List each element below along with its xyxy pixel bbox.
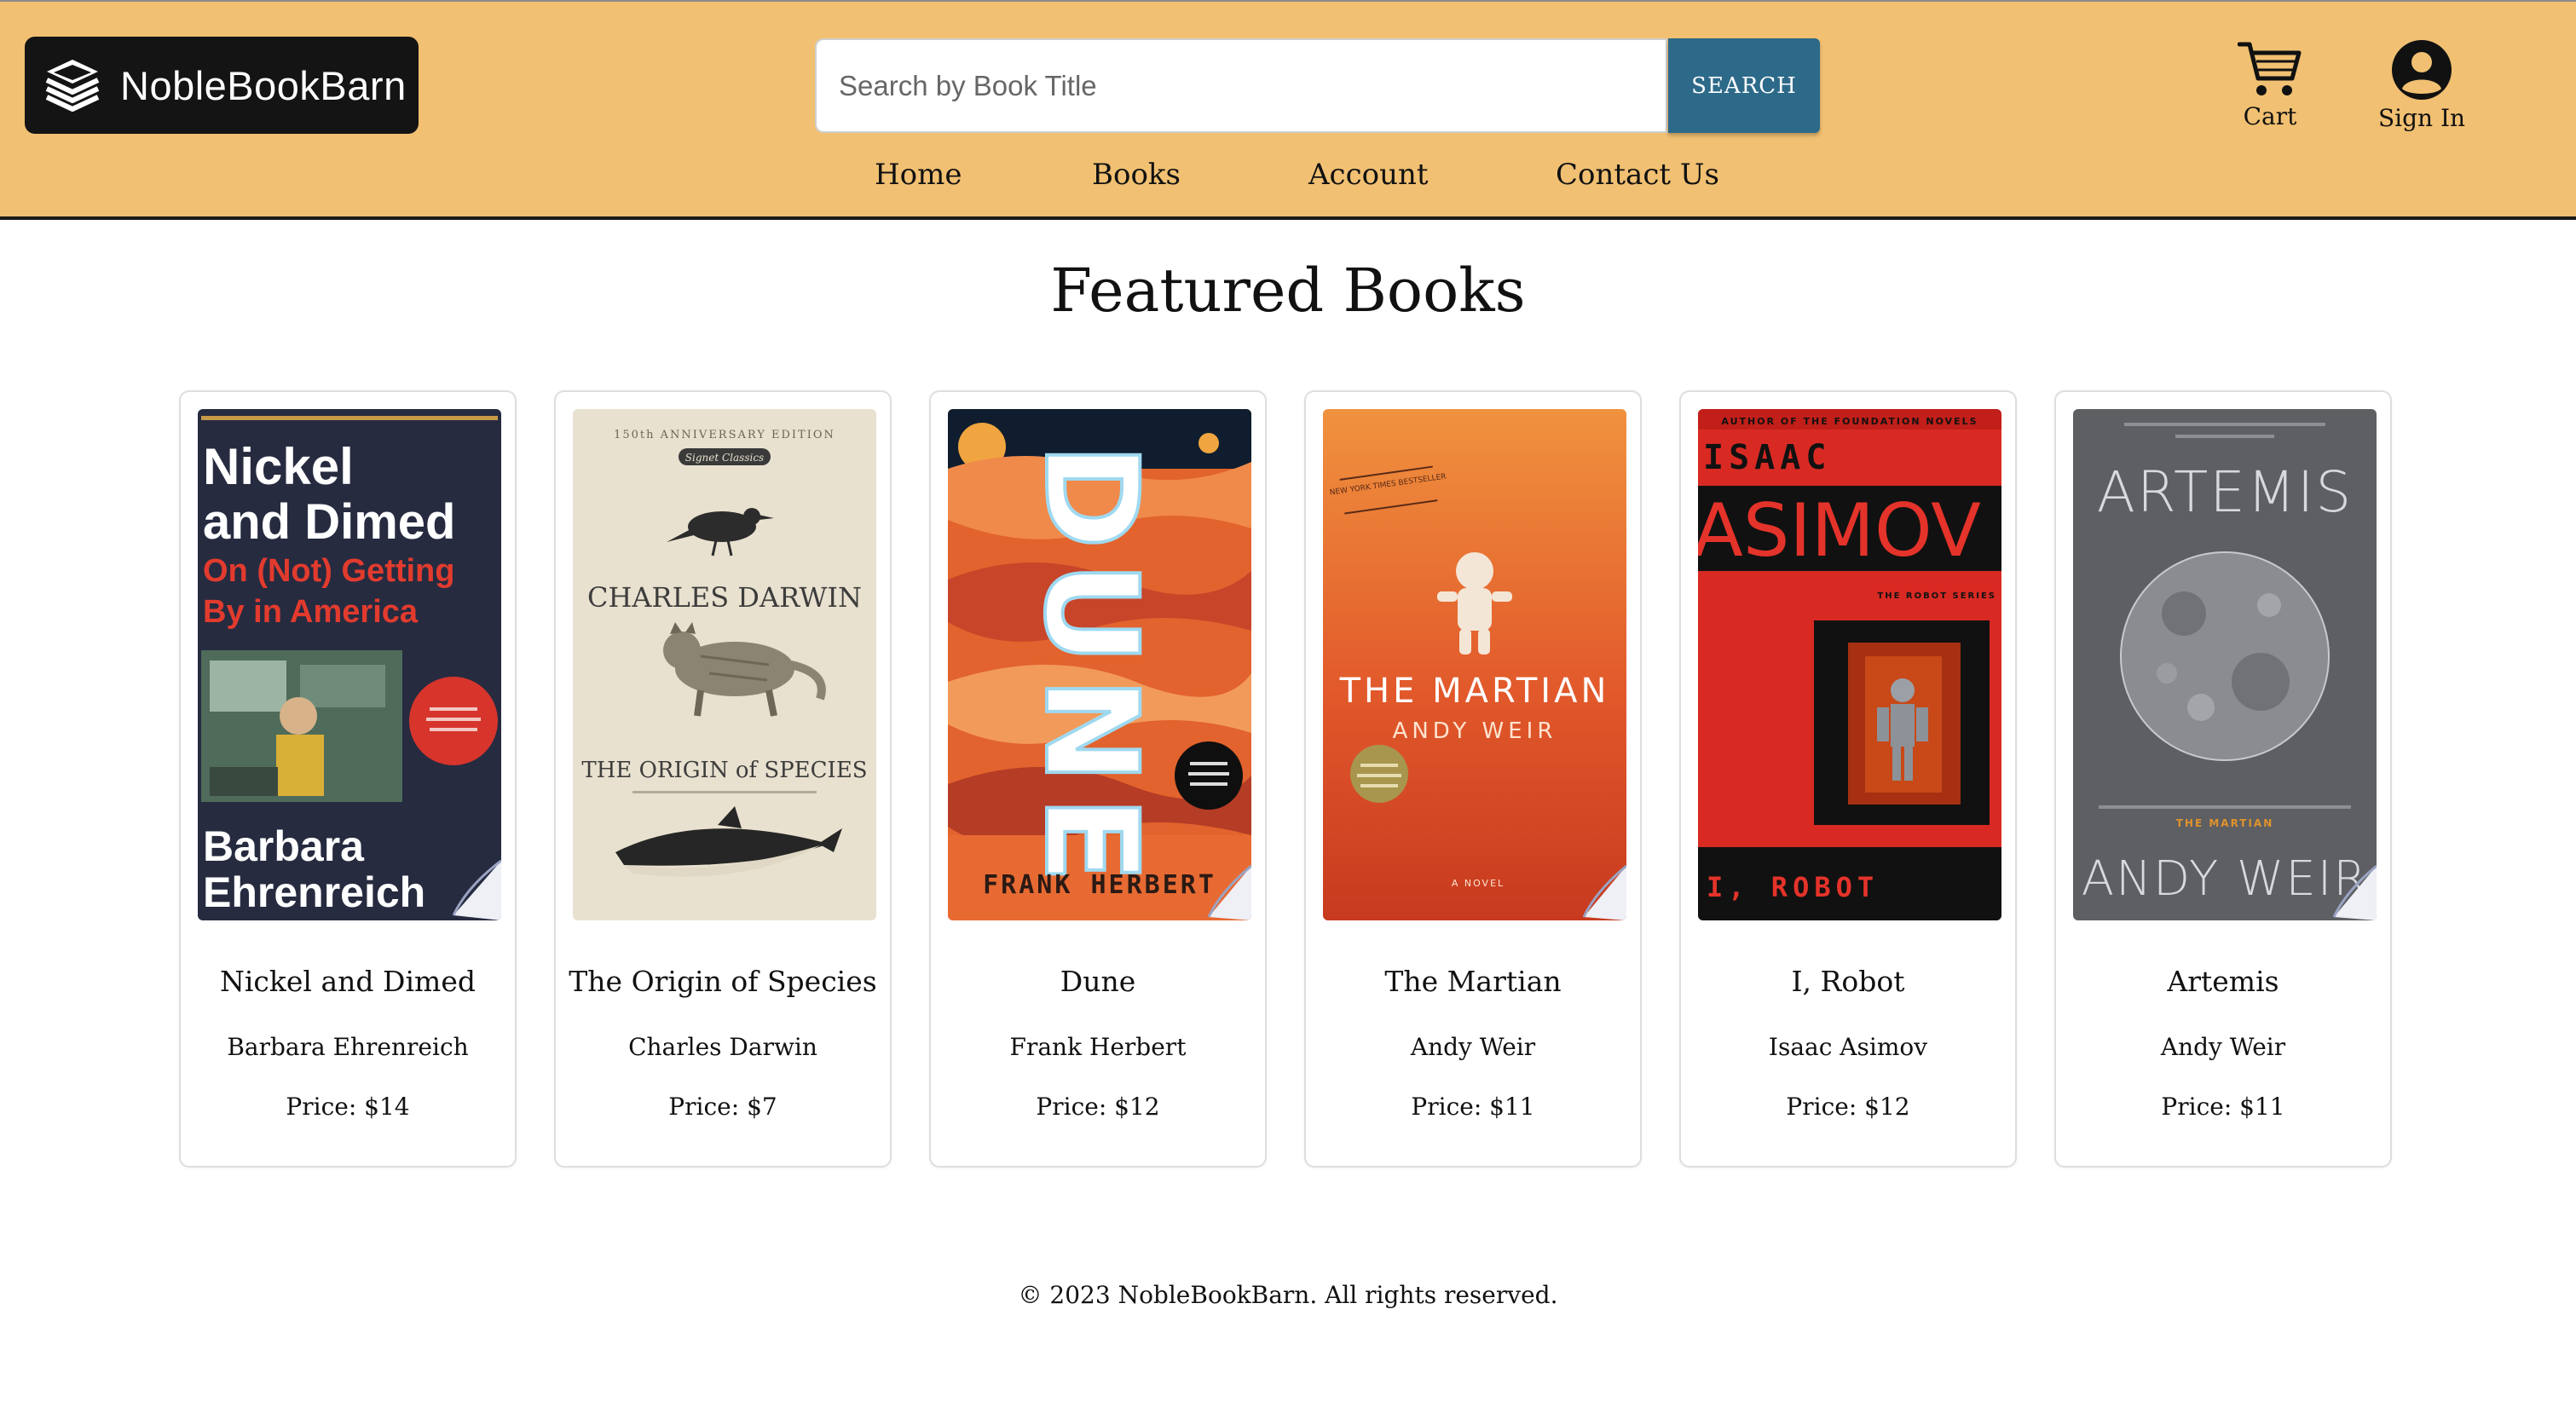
nav-contact-us[interactable]: Contact Us	[1556, 158, 1719, 192]
book-price: Price: $11	[2161, 1093, 2285, 1121]
featured-books-list: Nickel and Dimed On (Not) Getting By in …	[179, 390, 2395, 1169]
brand-name: NobleBookBarn	[120, 62, 407, 108]
cart-label: Cart	[2243, 102, 2297, 130]
book-author: Isaac Asimov	[1768, 1033, 1928, 1061]
book-cover-art: 150th ANNIVERSARY EDITION Signet Classic…	[573, 409, 876, 920]
cart-button[interactable]: Cart	[2238, 39, 2302, 130]
book-cover-art: AUTHOR OF THE FOUNDATION NOVELS ISAAC AS…	[1698, 409, 2001, 920]
cover-text: ASIMOV	[1698, 488, 1981, 574]
sign-in-button[interactable]: Sign In	[2378, 39, 2465, 132]
book-card[interactable]: ARTEMIS THE MARTIAN ANDY WEIR Artemis An…	[2054, 390, 2392, 1168]
user-circle-icon	[2392, 40, 2452, 100]
nav-books[interactable]: Books	[1092, 158, 1181, 192]
cover-text: On (Not) Getting	[203, 553, 454, 589]
page-title: Featured Books	[1050, 256, 1526, 326]
cover-text: I, ROBOT	[1707, 871, 1879, 903]
book-card[interactable]: DUNE FRANK HERBERT Dune Frank Herbert Pr…	[929, 390, 1267, 1168]
cover-text: 150th ANNIVERSARY EDITION	[614, 429, 835, 441]
book-price: Price: $11	[1411, 1093, 1535, 1121]
cover-text: FRANK HERBERT	[983, 870, 1216, 900]
book-cover[interactable]: NEW YORK TIMES BESTSELLER THE MARTIAN AN…	[1323, 409, 1626, 920]
book-author: Andy Weir	[2160, 1033, 2286, 1061]
book-title[interactable]: The Martian	[1306, 965, 1640, 998]
book-price: Price: $7	[668, 1093, 777, 1121]
cover-text: ISAAC	[1703, 438, 1831, 477]
book-title[interactable]: Dune	[931, 965, 1265, 998]
book-cover-art: DUNE FRANK HERBERT	[948, 409, 1251, 920]
footer-copyright: © 2023 NobleBookBarn. All rights reserve…	[1018, 1281, 1558, 1309]
book-card[interactable]: AUTHOR OF THE FOUNDATION NOVELS ISAAC AS…	[1679, 390, 2017, 1168]
main-nav: Home Books Account Contact Us	[0, 158, 2576, 200]
cover-text: A NOVEL	[1452, 878, 1505, 889]
site-logo[interactable]: NobleBookBarn	[25, 37, 419, 134]
cover-text: and Dimed	[203, 494, 456, 550]
search-input[interactable]	[815, 38, 1667, 133]
cover-text: THE MARTIAN	[1339, 672, 1610, 711]
book-cover[interactable]: Nickel and Dimed On (Not) Getting By in …	[198, 409, 501, 920]
book-author: Charles Darwin	[628, 1033, 817, 1061]
book-card[interactable]: NEW YORK TIMES BESTSELLER THE MARTIAN AN…	[1304, 390, 1642, 1168]
cover-text: THE ORIGIN of SPECIES	[581, 758, 867, 783]
cover-text: AUTHOR OF THE FOUNDATION NOVELS	[1721, 416, 1978, 427]
cover-text: THE ROBOT SERIES	[1877, 591, 1996, 601]
cover-text: Nickel	[203, 438, 354, 495]
stacked-books-icon	[45, 60, 100, 112]
book-title[interactable]: Nickel and Dimed	[181, 965, 515, 998]
book-author: Andy Weir	[1410, 1033, 1536, 1061]
book-cover[interactable]: DUNE FRANK HERBERT	[948, 409, 1251, 920]
book-author: Barbara Ehrenreich	[227, 1033, 469, 1061]
book-cover-art: NEW YORK TIMES BESTSELLER THE MARTIAN AN…	[1323, 409, 1626, 920]
book-cover-art: Nickel and Dimed On (Not) Getting By in …	[198, 409, 501, 920]
cover-text: ARTEMIS	[2097, 459, 2354, 525]
cover-text: Barbara	[203, 822, 365, 870]
book-price: Price: $12	[1036, 1093, 1160, 1121]
book-cover[interactable]: ARTEMIS THE MARTIAN ANDY WEIR	[2073, 409, 2377, 920]
search-button[interactable]: SEARCH	[1668, 38, 1820, 133]
book-cover[interactable]: AUTHOR OF THE FOUNDATION NOVELS ISAAC AS…	[1698, 409, 2001, 920]
cover-text: THE MARTIAN	[2176, 817, 2274, 829]
book-card[interactable]: Nickel and Dimed On (Not) Getting By in …	[179, 390, 517, 1168]
cover-text: Signet Classics	[685, 452, 764, 464]
book-price: Price: $14	[286, 1093, 410, 1121]
cover-text: ANDY WEIR	[2082, 851, 2368, 907]
nav-home[interactable]: Home	[875, 158, 962, 192]
book-author: Frank Herbert	[1009, 1033, 1187, 1061]
sign-in-label: Sign In	[2378, 104, 2466, 132]
shopping-cart-icon	[2238, 42, 2302, 95]
nav-account[interactable]: Account	[1308, 158, 1429, 192]
book-title[interactable]: I, Robot	[1681, 965, 2015, 998]
book-price: Price: $12	[1786, 1093, 1910, 1121]
cover-text: CHARLES DARWIN	[587, 581, 862, 614]
cover-text: DUNE	[1016, 443, 1164, 895]
site-header: NobleBookBarn SEARCH Cart Sign In Home B…	[0, 0, 2576, 220]
cover-text: Ehrenreich	[203, 868, 425, 916]
cover-text: By in America	[203, 594, 419, 630]
book-cover-art: ARTEMIS THE MARTIAN ANDY WEIR	[2073, 409, 2377, 920]
book-title[interactable]: Artemis	[2056, 965, 2390, 998]
cover-text: ANDY WEIR	[1393, 718, 1557, 744]
book-card[interactable]: 150th ANNIVERSARY EDITION Signet Classic…	[554, 390, 892, 1168]
book-title[interactable]: The Origin of Species	[556, 965, 890, 998]
book-cover[interactable]: 150th ANNIVERSARY EDITION Signet Classic…	[573, 409, 876, 920]
